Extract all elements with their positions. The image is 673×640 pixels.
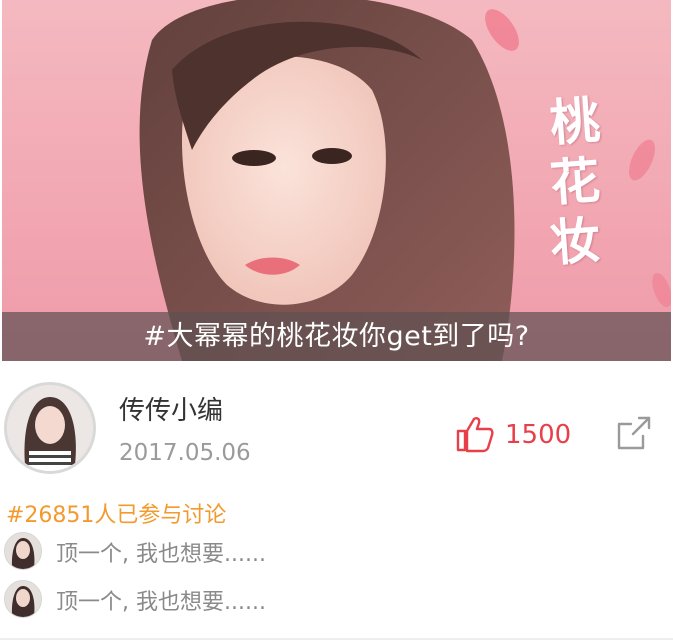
comment-item[interactable]: 顶一个, 我也想要...... — [4, 580, 664, 620]
participants-count[interactable]: #26851人已参与讨论 — [6, 497, 226, 529]
author-name[interactable]: 传传小编 — [119, 390, 223, 427]
calligraphy-char: 妆 — [547, 210, 602, 273]
post-date: 2017.05.06 — [119, 440, 251, 466]
comment-item[interactable]: 顶一个, 我也想要...... — [4, 532, 664, 572]
avatar-image — [5, 581, 41, 617]
hero-banner[interactable]: 桃 花 妆 #大幂幂的桃花妆你get到了吗? — [2, 0, 671, 361]
share-button[interactable] — [613, 412, 655, 454]
banner-caption: #大幂幂的桃花妆你get到了吗? — [143, 321, 530, 352]
comment-text: 顶一个, 我也想要...... — [56, 542, 266, 567]
like-count: 1500 — [505, 420, 572, 450]
commenter-avatar[interactable] — [4, 580, 42, 618]
avatar-image — [7, 385, 93, 471]
like-button[interactable]: 1500 — [455, 413, 585, 457]
banner-calligraphy: 桃 花 妆 — [540, 90, 610, 273]
thumbs-up-icon — [456, 417, 494, 453]
calligraphy-char: 桃 — [547, 90, 602, 153]
author-avatar[interactable] — [4, 382, 96, 474]
share-icon — [617, 416, 651, 450]
caption-bar: #大幂幂的桃花妆你get到了吗? — [2, 312, 671, 361]
avatar-image — [5, 533, 41, 569]
commenter-avatar[interactable] — [4, 532, 42, 570]
calligraphy-char: 花 — [547, 150, 602, 213]
comment-text: 顶一个, 我也想要...... — [56, 590, 266, 615]
